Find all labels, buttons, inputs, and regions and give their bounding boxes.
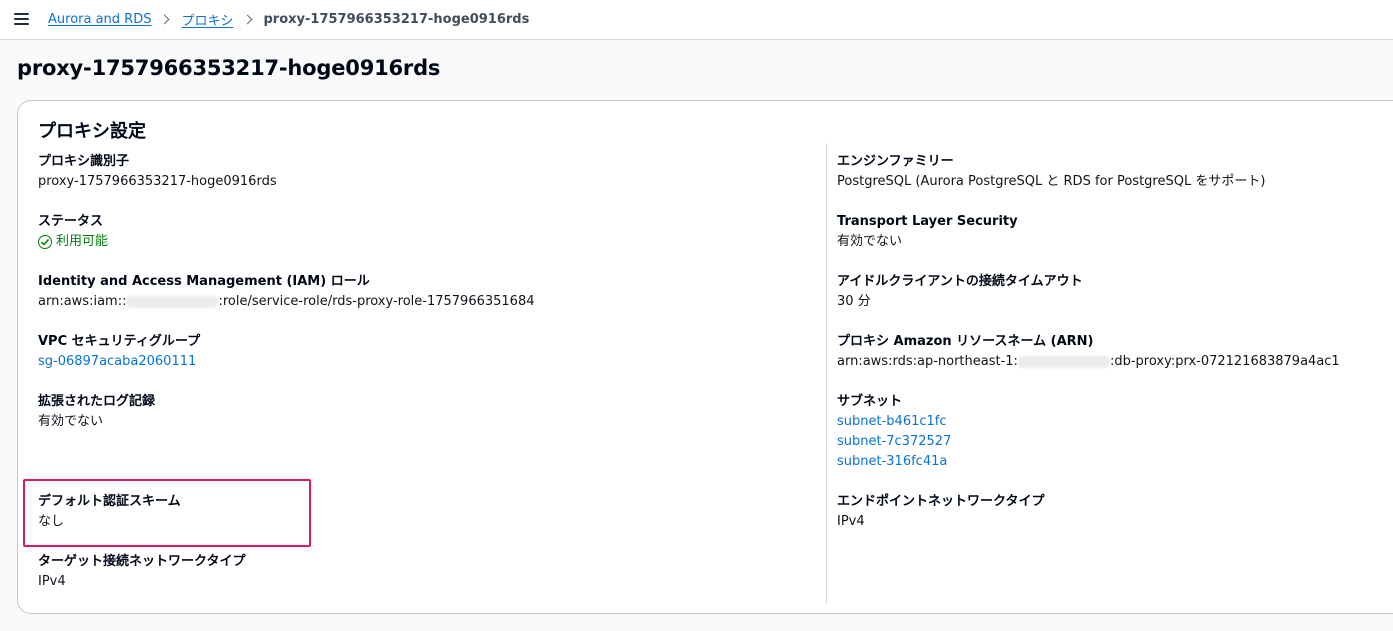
iam-arn-prefix: arn:aws:iam:: [38, 294, 127, 309]
proxy-settings-panel: プロキシ設定 プロキシ識別子 proxy-1757966353217-hoge0… [17, 100, 1393, 614]
field-subnets: サブネット subnet-b461c1fc subnet-7c372527 su… [837, 392, 951, 472]
field-proxy-identifier: プロキシ識別子 proxy-1757966353217-hoge0916rds [38, 152, 277, 192]
redacted-account-id [126, 295, 219, 308]
field-target-network-type: ターゲット接続ネットワークタイプ IPv4 [38, 552, 245, 592]
subnet-link[interactable]: subnet-316fc41a [837, 452, 951, 472]
menu-icon[interactable] [14, 13, 30, 26]
field-label: プロキシ識別子 [38, 154, 130, 169]
redacted-account-id [1017, 355, 1110, 368]
field-label: VPC セキュリティグループ [38, 334, 201, 349]
field-label: アイドルクライアントの接続タイムアウト [837, 274, 1083, 289]
field-label: サブネット [837, 394, 903, 409]
field-value: arn:aws:iam:::role/service-role/rds-prox… [38, 292, 535, 312]
field-tls: Transport Layer Security 有効でない [837, 212, 1018, 252]
field-enhanced-logging: 拡張されたログ記録 有効でない [38, 392, 155, 432]
field-value: 有効でない [38, 414, 104, 429]
field-vpc-security-group: VPC セキュリティグループ sg-06897acaba2060111 [38, 332, 200, 372]
check-circle-icon [38, 235, 52, 249]
proxy-arn-prefix: arn:aws:rds:ap-northeast-1: [837, 354, 1018, 369]
field-label: 拡張されたログ記録 [38, 394, 156, 409]
field-value: 有効でない [837, 234, 903, 249]
proxy-arn-suffix: :db-proxy:prx-072121683879a4ac1 [1109, 354, 1340, 369]
field-status: ステータス 利用可能 [38, 212, 108, 252]
field-value: PostgreSQL (Aurora PostgreSQL と RDS for … [837, 174, 1266, 189]
status-text: 利用可能 [56, 234, 109, 249]
field-value: arn:aws:rds:ap-northeast-1: :db-proxy:prx… [837, 352, 1340, 372]
security-group-link[interactable]: sg-06897acaba2060111 [38, 352, 200, 372]
page-title: proxy-1757966353217-hoge0916rds [17, 56, 441, 80]
status-value: 利用可能 [38, 232, 108, 252]
chevron-right-icon [160, 14, 170, 25]
field-label: プロキシ Amazon リソースネーム (ARN) [837, 334, 1094, 349]
breadcrumb: Aurora and RDS プロキシ proxy-1757966353217-… [48, 10, 529, 29]
panel-title: プロキシ設定 [38, 121, 146, 142]
field-engine-family: エンジンファミリー PostgreSQL (Aurora PostgreSQL … [837, 152, 1265, 192]
highlight-box [23, 479, 311, 547]
field-iam-role: Identity and Access Management (IAM) ロール… [38, 272, 535, 312]
field-label: Transport Layer Security [837, 214, 1018, 229]
field-value: IPv4 [38, 574, 66, 589]
breadcrumb-proxies[interactable]: プロキシ [181, 10, 233, 29]
top-bar: Aurora and RDS プロキシ proxy-1757966353217-… [0, 0, 1393, 40]
field-label: ステータス [38, 214, 104, 229]
field-label: エンドポイントネットワークタイプ [837, 494, 1045, 509]
field-value: proxy-1757966353217-hoge0916rds [38, 174, 277, 189]
subnet-link[interactable]: subnet-7c372527 [837, 432, 951, 452]
breadcrumb-current: proxy-1757966353217-hoge0916rds [263, 12, 530, 27]
iam-arn-suffix: :role/service-role/rds-proxy-role-175796… [218, 294, 535, 309]
chevron-right-icon [242, 14, 252, 25]
field-value: IPv4 [837, 514, 865, 529]
subnet-link[interactable]: subnet-b461c1fc [837, 412, 951, 432]
field-label: Identity and Access Management (IAM) ロール [38, 274, 370, 289]
field-value: 30 分 [837, 294, 871, 309]
field-label: エンジンファミリー [837, 154, 954, 169]
field-endpoint-network-type: エンドポイントネットワークタイプ IPv4 [837, 492, 1044, 532]
field-idle-timeout: アイドルクライアントの接続タイムアウト 30 分 [837, 272, 1083, 312]
field-label: ターゲット接続ネットワークタイプ [38, 554, 246, 569]
column-divider [826, 143, 827, 604]
breadcrumb-aurora-rds[interactable]: Aurora and RDS [48, 12, 151, 27]
field-proxy-arn: プロキシ Amazon リソースネーム (ARN) arn:aws:rds:ap… [837, 332, 1340, 372]
